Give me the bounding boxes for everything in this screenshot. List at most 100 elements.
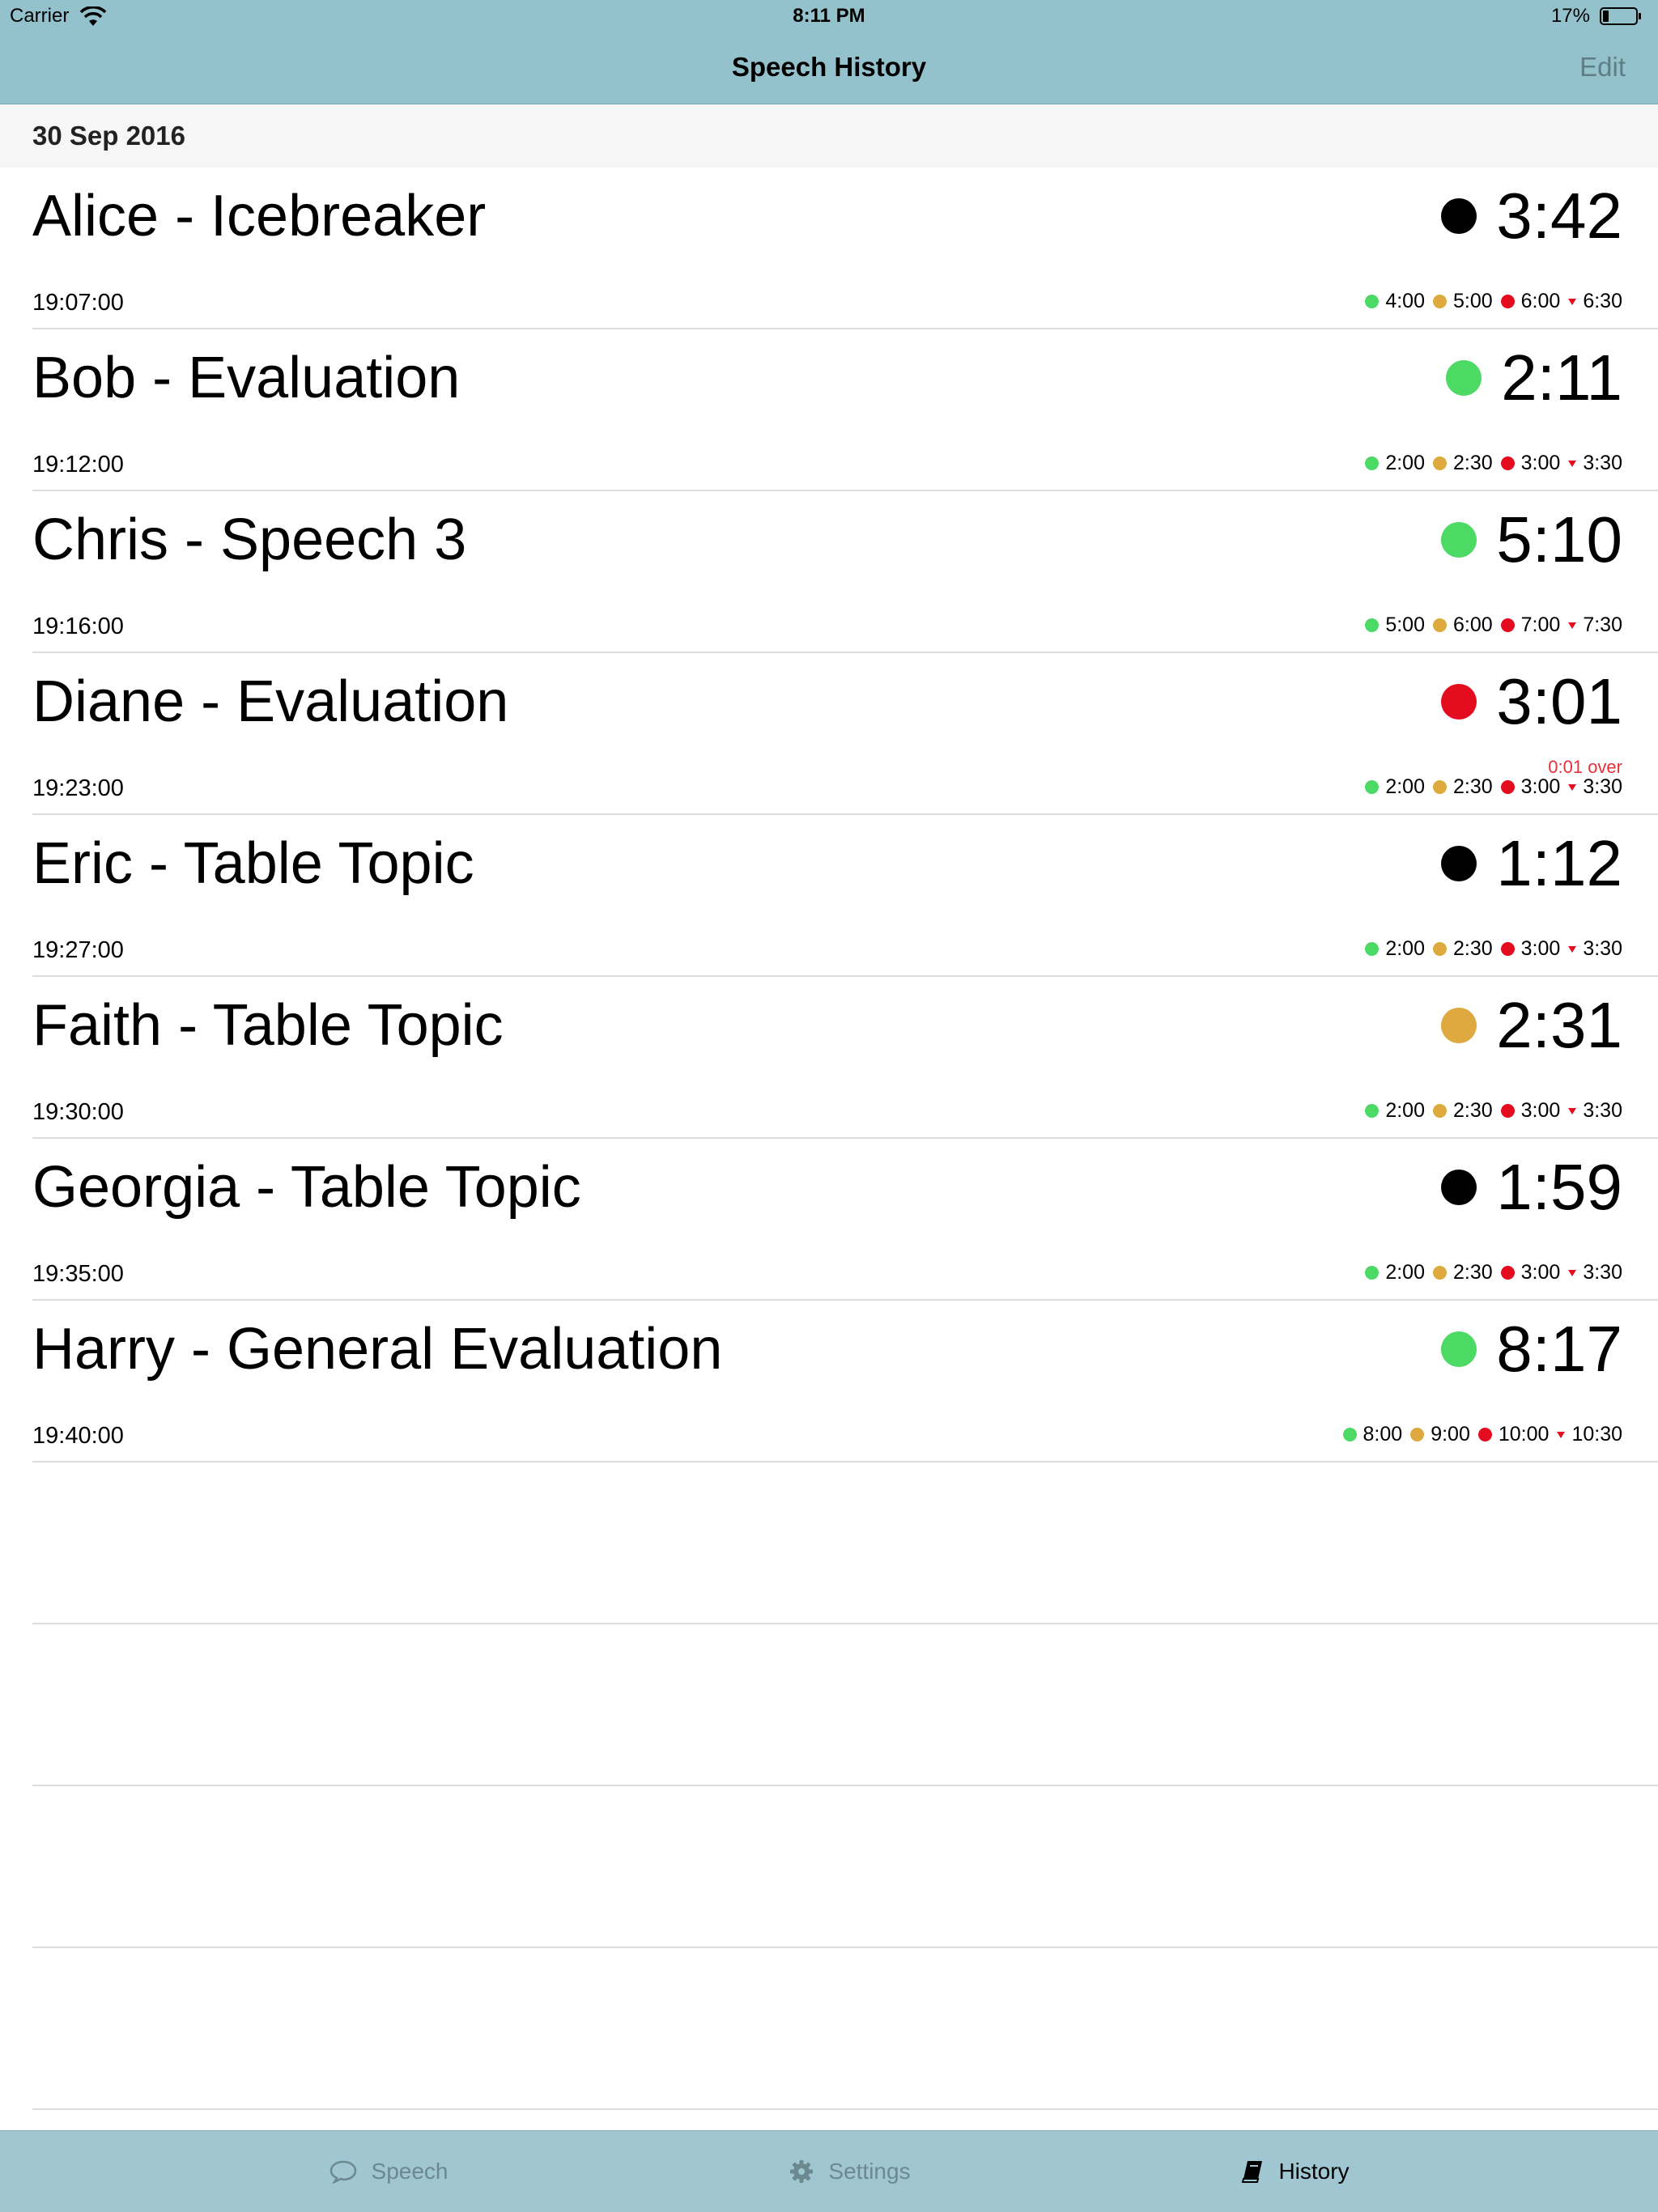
threshold-max-value: 3:30	[1583, 1099, 1622, 1122]
red-dot-icon	[1500, 1104, 1515, 1118]
threshold-green-value: 2:00	[1385, 1261, 1425, 1284]
threshold-max: 6:30	[1568, 290, 1622, 313]
speech-name: Faith - Table Topic	[32, 993, 504, 1058]
max-triangle-icon	[1568, 622, 1577, 629]
speech-start-time: 19:07:00	[32, 290, 124, 316]
elapsed-group: 3:42	[1441, 184, 1622, 248]
threshold-max: 7:30	[1568, 614, 1622, 637]
green-dot-icon	[1365, 1266, 1380, 1280]
threshold-max: 3:30	[1568, 1099, 1622, 1123]
threshold-amber: 9:00	[1410, 1423, 1470, 1446]
elapsed-group: 2:11	[1446, 346, 1622, 410]
empty-row	[32, 1948, 1658, 2110]
threshold-amber-value: 5:00	[1452, 290, 1493, 312]
threshold-amber: 6:00	[1432, 614, 1493, 637]
edit-button[interactable]: Edit	[1579, 52, 1626, 83]
elapsed-group: 5:10	[1441, 507, 1622, 572]
green-dot-icon	[1365, 1104, 1380, 1118]
threshold-red: 6:00	[1500, 290, 1561, 313]
elapsed-time: 1:12	[1496, 827, 1622, 899]
amber-dot-icon	[1432, 456, 1447, 470]
status-dot-icon	[1441, 846, 1477, 881]
threshold-green: 5:00	[1365, 614, 1425, 637]
red-dot-icon	[1500, 456, 1515, 470]
threshold-green: 2:00	[1365, 1261, 1425, 1284]
speech-row[interactable]: Chris - Speech 3 19:16:00 5:10 5:00 6:00 7:00…	[32, 491, 1658, 653]
threshold-max: 3:30	[1568, 452, 1622, 475]
max-triangle-icon	[1568, 1107, 1577, 1114]
status-dot-icon	[1441, 1170, 1477, 1205]
tab-history[interactable]: History	[1206, 2131, 1384, 2212]
threshold-max: 3:30	[1568, 937, 1622, 961]
speech-start-time: 19:35:00	[32, 1261, 124, 1287]
tab-speech[interactable]: Speech	[308, 2131, 470, 2212]
threshold-amber-value: 2:30	[1452, 937, 1493, 960]
amber-dot-icon	[1432, 942, 1447, 956]
speech-start-time: 19:23:00	[32, 775, 124, 801]
threshold-red-value: 7:00	[1520, 614, 1561, 636]
speech-row[interactable]: Alice - Icebreaker 19:07:00 3:42 4:00 5:00 6:…	[32, 168, 1658, 329]
speech-list: Alice - Icebreaker 19:07:00 3:42 4:00 5:00 6:…	[0, 168, 1658, 2110]
threshold-green: 2:00	[1365, 452, 1425, 475]
speech-bubble-icon	[329, 2159, 357, 2184]
speech-row[interactable]: Faith - Table Topic 19:30:00 2:31 2:00 2:30 3…	[32, 977, 1658, 1139]
threshold-amber-value: 2:30	[1452, 1099, 1493, 1122]
speech-name: Diane - Evaluation	[32, 669, 509, 734]
status-dot-icon	[1441, 522, 1477, 558]
amber-dot-icon	[1432, 780, 1447, 794]
threshold-green: 4:00	[1365, 290, 1425, 313]
tab-settings[interactable]: Settings	[761, 2131, 939, 2212]
threshold-max-value: 3:30	[1583, 937, 1622, 960]
threshold-green: 2:00	[1365, 775, 1425, 799]
green-dot-icon	[1342, 1428, 1357, 1441]
threshold-amber: 2:30	[1432, 452, 1493, 475]
speech-row[interactable]: Diane - Evaluation 19:23:00 3:01 0:01 over 2…	[32, 653, 1658, 815]
speech-start-time: 19:16:00	[32, 614, 124, 639]
red-dot-icon	[1500, 618, 1515, 632]
amber-dot-icon	[1432, 1266, 1447, 1280]
tab-bar: Speech Settings History	[0, 2130, 1658, 2212]
threshold-list: 2:00 2:30 3:00 3:30	[1357, 1261, 1622, 1284]
green-dot-icon	[1365, 295, 1380, 308]
elapsed-time: 8:17	[1496, 1313, 1622, 1385]
tab-history-label: History	[1278, 2159, 1350, 2184]
threshold-green: 2:00	[1365, 937, 1425, 961]
threshold-amber-value: 2:30	[1452, 775, 1493, 798]
empty-row	[32, 1786, 1658, 1948]
elapsed-group: 1:59	[1441, 1155, 1622, 1220]
speech-row[interactable]: Harry - General Evaluation 19:40:00 8:17 8:…	[32, 1301, 1658, 1463]
tab-speech-label: Speech	[371, 2159, 449, 2184]
threshold-amber: 2:30	[1432, 937, 1493, 961]
red-dot-icon	[1500, 295, 1515, 308]
speech-row[interactable]: Bob - Evaluation 19:12:00 2:11 2:00 2:30 3:00…	[32, 329, 1658, 491]
threshold-amber-value: 6:00	[1452, 614, 1493, 636]
empty-row	[32, 1463, 1658, 1624]
green-dot-icon	[1365, 780, 1380, 794]
status-dot-icon	[1441, 1008, 1477, 1043]
elapsed-group: 8:17	[1441, 1317, 1622, 1382]
elapsed-group: 1:12	[1441, 831, 1622, 896]
speech-row[interactable]: Georgia - Table Topic 19:35:00 1:59 2:00 2:3…	[32, 1139, 1658, 1301]
green-dot-icon	[1365, 942, 1380, 956]
threshold-green: 8:00	[1342, 1423, 1402, 1446]
threshold-red-value: 6:00	[1520, 290, 1561, 312]
speech-name: Bob - Evaluation	[32, 346, 461, 410]
threshold-list: 2:00 2:30 3:00 3:30	[1357, 452, 1622, 475]
battery-percent: 17%	[1550, 5, 1590, 27]
threshold-green: 2:00	[1365, 1099, 1425, 1123]
amber-dot-icon	[1410, 1428, 1425, 1441]
threshold-red: 3:00	[1500, 937, 1560, 961]
red-dot-icon	[1477, 1428, 1492, 1441]
threshold-red-value: 10:00	[1498, 1423, 1550, 1446]
threshold-list: 8:00 9:00 10:00 10:30	[1335, 1423, 1622, 1446]
speech-name: Chris - Speech 3	[32, 507, 467, 572]
threshold-max-value: 6:30	[1583, 290, 1622, 312]
empty-row	[32, 1624, 1658, 1786]
elapsed-time: 2:31	[1496, 989, 1622, 1061]
battery-icon	[1600, 7, 1641, 25]
speech-row[interactable]: Eric - Table Topic 19:27:00 1:12 2:00 2:30 3:…	[32, 815, 1658, 977]
threshold-max: 3:30	[1568, 1261, 1622, 1284]
threshold-max-value: 7:30	[1583, 614, 1622, 636]
status-dot-icon	[1441, 198, 1477, 234]
navigation-bar: Speech History Edit	[0, 32, 1658, 104]
